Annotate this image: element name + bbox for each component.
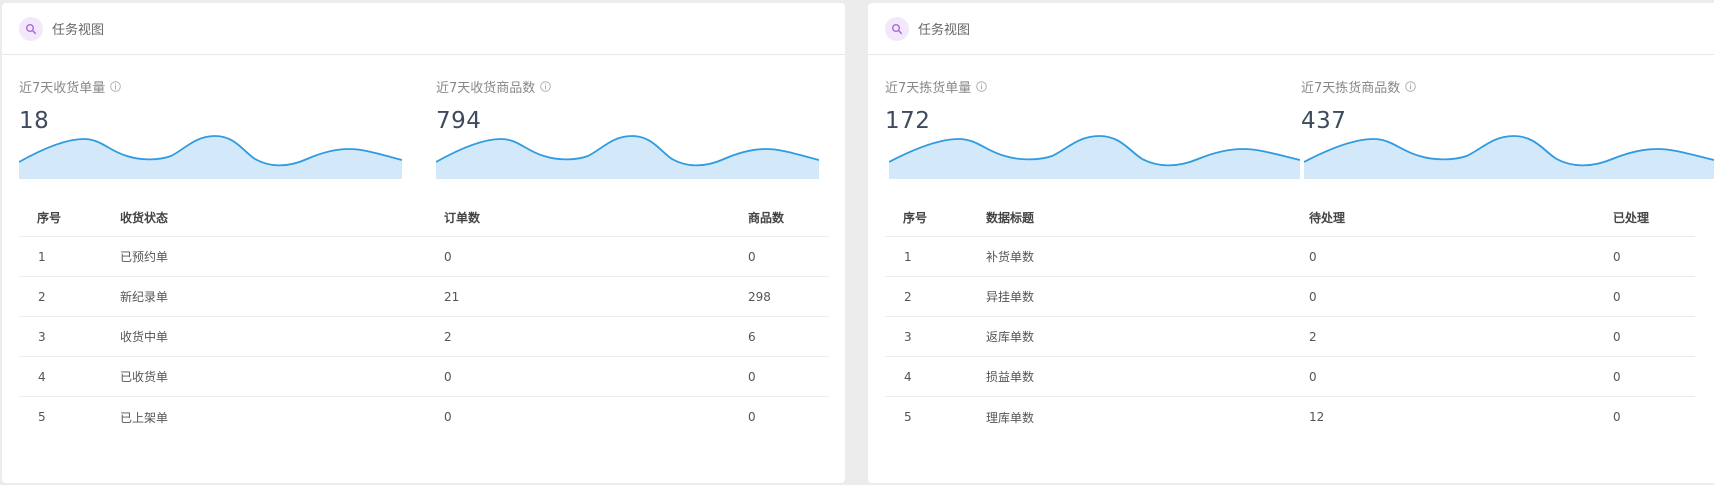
table-cell: 损益单数 (986, 370, 1035, 384)
table-cell: 21 (444, 289, 460, 304)
table-cell: 已上架单 (120, 410, 169, 425)
table-cell: 0 (1309, 369, 1317, 384)
metric-receipt-items: 近7天收货商品数 794 (436, 77, 552, 134)
sparkline-area (436, 136, 819, 179)
col-header: 商品数 (748, 210, 785, 225)
metric-value: 18 (19, 108, 50, 134)
col-header: 已处理 (1613, 210, 1650, 225)
table-header-row: 序号 收货状态 订单数 商品数 (19, 198, 829, 237)
table-row: 1 已预约单 0 0 (19, 237, 829, 277)
table-cell: 2 (1309, 329, 1317, 344)
table-row: 3 收货中单 2 6 (19, 317, 829, 357)
table-cell: 2 (38, 289, 46, 304)
panel-header: 任务视图 (868, 3, 1714, 55)
metrics-area: 近7天收货单量 18 近7天收货商品数 794 (2, 55, 845, 193)
table-cell: 1 (904, 249, 912, 264)
table-cell: 4 (904, 369, 912, 384)
table-cell: 返库单数 (986, 330, 1035, 344)
sparkline-area (19, 136, 402, 179)
metric-value: 172 (885, 108, 931, 134)
receiving-table: 序号 收货状态 订单数 商品数 1 已预约单 0 0 2 新纪录单 21 298… (19, 198, 829, 437)
receiving-panel: 任务视图 近7天收货单量 18 近7天收货商品数 794 序号 收货状态 订单数… (2, 3, 845, 483)
table-cell: 5 (904, 410, 912, 424)
table-cell: 3 (38, 329, 46, 344)
table-cell: 0 (1613, 289, 1621, 304)
picking-table: 序号 数据标题 待处理 已处理 1 补货单数 0 0 2 异挂单数 0 0 3 … (885, 198, 1695, 437)
dashboard: 任务视图 近7天收货单量 18 近7天收货商品数 794 序号 收货状态 订单数… (0, 0, 1714, 485)
table-cell: 0 (1613, 369, 1621, 384)
table-cell: 异挂单数 (986, 290, 1035, 304)
table-cell: 298 (748, 289, 771, 304)
col-header: 数据标题 (986, 210, 1035, 225)
table-cell: 12 (1309, 410, 1325, 424)
table-cell: 1 (38, 249, 46, 264)
table-row: 1 补货单数 0 0 (885, 237, 1695, 277)
table-header-row: 序号 数据标题 待处理 已处理 (885, 198, 1695, 237)
info-icon[interactable] (976, 81, 988, 92)
table-cell: 收货中单 (120, 330, 169, 344)
metric-picking-orders: 近7天拣货单量 172 (885, 77, 988, 134)
metric-receipt-orders: 近7天收货单量 18 (19, 77, 122, 134)
metric-label: 近7天收货商品数 (436, 81, 536, 96)
sparkline-receipt-items (436, 135, 819, 179)
table-cell: 0 (1613, 249, 1621, 264)
sparkline-area (1304, 136, 1714, 179)
metric-label: 近7天收货单量 (19, 81, 106, 96)
table-cell: 已预约单 (120, 250, 169, 264)
search-icon[interactable] (19, 16, 43, 41)
table-row: 3 返库单数 2 0 (885, 317, 1695, 357)
metric-picking-items: 近7天拣货商品数 437 (1301, 77, 1417, 134)
metric-value: 794 (436, 108, 482, 134)
panel-title: 任务视图 (52, 23, 105, 38)
table-cell: 0 (444, 410, 452, 424)
metric-label: 近7天拣货商品数 (1301, 81, 1401, 96)
col-header: 订单数 (444, 210, 481, 225)
col-header: 收货状态 (120, 210, 169, 225)
table-cell: 0 (1309, 249, 1317, 264)
metric-value: 437 (1301, 108, 1347, 134)
table-cell: 0 (748, 410, 756, 424)
table-cell: 理库单数 (986, 410, 1035, 425)
table-cell: 2 (904, 289, 912, 304)
table-cell: 3 (904, 329, 912, 344)
sparkline-picking-orders (889, 135, 1300, 179)
table-cell: 6 (748, 329, 756, 344)
table-cell: 0 (748, 249, 756, 264)
table-cell: 2 (444, 329, 452, 344)
metrics-area: 近7天拣货单量 172 近7天拣货商品数 437 (868, 55, 1714, 193)
table-row: 5 理库单数 12 0 (885, 397, 1695, 437)
table-cell: 0 (444, 249, 452, 264)
info-icon[interactable] (1405, 81, 1417, 92)
table-row: 4 已收货单 0 0 (19, 357, 829, 397)
panel-header: 任务视图 (2, 3, 845, 55)
col-header: 待处理 (1309, 210, 1346, 225)
sparkline-area (889, 136, 1300, 179)
table-row: 2 新纪录单 21 298 (19, 277, 829, 317)
col-header: 序号 (37, 210, 62, 225)
metric-label: 近7天拣货单量 (885, 81, 972, 96)
picking-panel: 任务视图 近7天拣货单量 172 近7天拣货商品数 437 序号 数据标题 待处… (868, 3, 1714, 483)
table-cell: 新纪录单 (120, 290, 169, 304)
sparkline-receipt-orders (19, 135, 402, 179)
search-icon[interactable] (885, 16, 909, 41)
table-cell: 5 (38, 410, 46, 424)
table-cell: 补货单数 (986, 250, 1035, 264)
table-cell: 0 (1613, 410, 1621, 424)
table-cell: 0 (1309, 289, 1317, 304)
table-cell: 已收货单 (120, 370, 169, 384)
table-cell: 0 (748, 369, 756, 384)
info-icon[interactable] (540, 81, 552, 92)
table-cell: 0 (1613, 329, 1621, 344)
info-icon[interactable] (110, 81, 122, 92)
table-row: 2 异挂单数 0 0 (885, 277, 1695, 317)
table-row: 4 损益单数 0 0 (885, 357, 1695, 397)
table-row: 5 已上架单 0 0 (19, 397, 829, 437)
table-cell: 4 (38, 369, 46, 384)
col-header: 序号 (903, 210, 928, 225)
table-cell: 0 (444, 369, 452, 384)
panel-title: 任务视图 (918, 23, 971, 38)
sparkline-picking-items (1304, 135, 1714, 179)
